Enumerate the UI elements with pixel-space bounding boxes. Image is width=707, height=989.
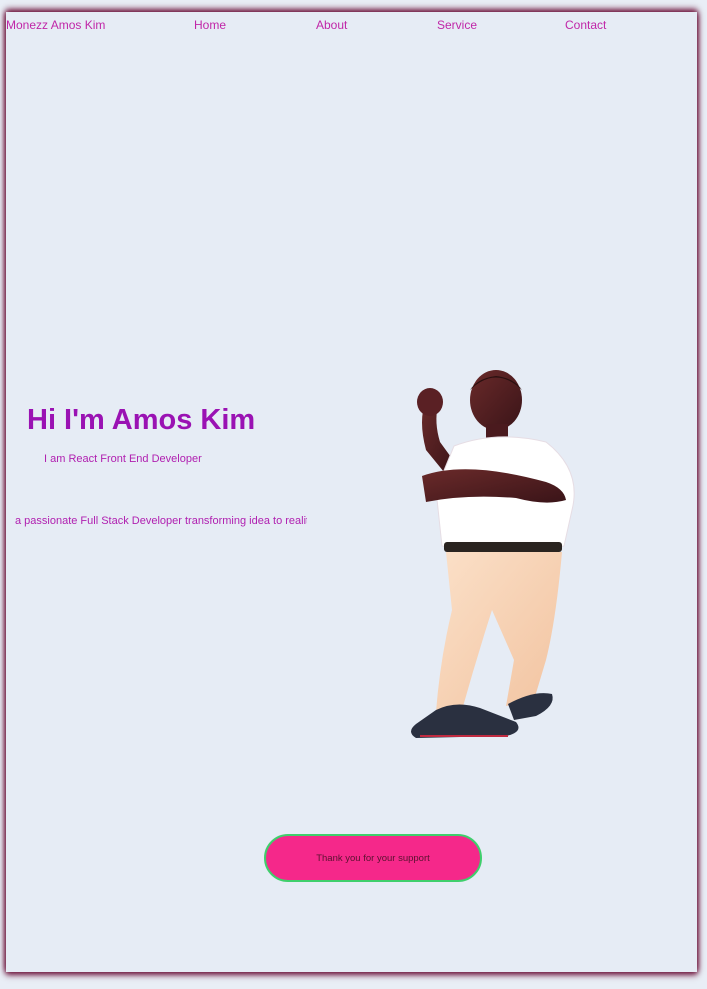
person-photo-icon [411, 370, 575, 738]
nav-link-home[interactable]: Home [194, 18, 226, 32]
top-nav: Monezz Amos Kim Home About Service Conta… [6, 16, 697, 34]
main-frame: Monezz Amos Kim Home About Service Conta… [6, 12, 697, 972]
thank-you-button[interactable]: Thank you for your support [264, 834, 482, 882]
hero-description: a passionate Full Stack Developer transf… [15, 515, 307, 527]
nav-link-about[interactable]: About [316, 18, 347, 32]
hero-title: Hi I'm Amos Kim [27, 404, 256, 436]
page: Monezz Amos Kim Home About Service Conta… [0, 0, 707, 989]
hero-subtitle: I am React Front End Developer [44, 453, 202, 465]
nav-link-service[interactable]: Service [437, 18, 477, 32]
brand-link[interactable]: Monezz Amos Kim [6, 18, 105, 32]
nav-link-contact[interactable]: Contact [565, 18, 606, 32]
hero-description-container: a passionate Full Stack Developer transf… [15, 515, 307, 531]
